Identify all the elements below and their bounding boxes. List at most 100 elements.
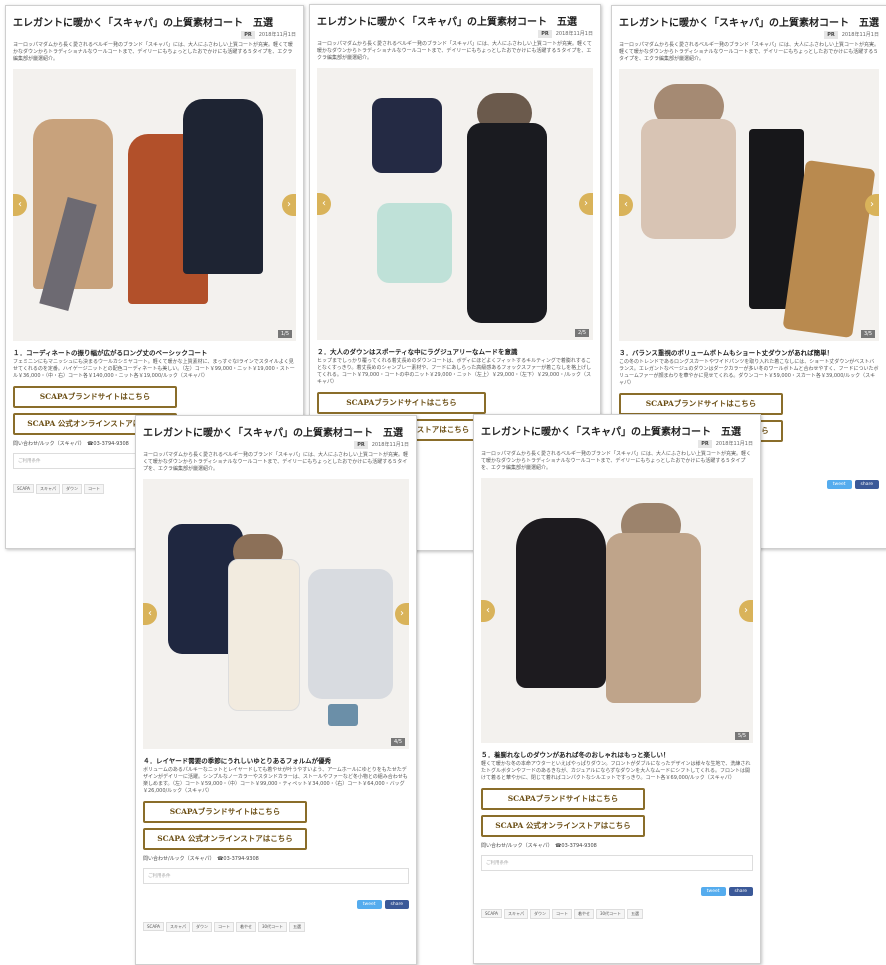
pr-badge: PR: [538, 30, 552, 38]
slide-image: ‹ › 5/5: [481, 478, 753, 743]
tag[interactable]: スキャパ: [503, 909, 528, 919]
tag-list: SCAPA スキャパ ダウン コート 着やせ 30代コート 五選: [481, 900, 753, 919]
article-title: エレガントに暖かく「スキャパ」の上質素材コート 五選: [481, 427, 741, 438]
slide-prev-button[interactable]: ‹: [143, 603, 157, 625]
article-meta: PR 2018年11月1日: [143, 441, 409, 449]
article-date: 2018年11月1日: [841, 32, 879, 38]
tag[interactable]: ダウン: [191, 922, 212, 932]
article-meta: PR 2018年11月1日: [13, 31, 296, 39]
slide-caption: ヒップまでしっかり覆ってくれる着丈長めのダウンコートは、ボディにほどよくフィット…: [317, 358, 592, 385]
slide-prev-button[interactable]: ‹: [481, 599, 495, 622]
pr-badge: PR: [354, 441, 368, 449]
cream-coat: [228, 559, 300, 711]
tag[interactable]: 着やせ: [235, 922, 256, 932]
tag[interactable]: 五選: [627, 909, 644, 919]
slide-image: ‹ › 4/5: [143, 479, 409, 749]
black-down-coat: [516, 518, 606, 688]
article-date: 2018年11月1日: [371, 442, 409, 448]
tag-list: SCAPA スキャパ ダウン コート 着やせ 30代コート 五選: [143, 913, 409, 932]
brand-site-button[interactable]: SCAPAブランドサイトはこちら: [619, 393, 783, 415]
beige-down-jacket: [641, 119, 736, 239]
online-store-button[interactable]: SCAPA 公式オンラインストアはこちら: [481, 815, 645, 837]
slide-heading: ２．大人のダウンはスポーティな中にラグジュアリーなムードを意識: [317, 348, 518, 356]
navy-coat: [183, 99, 263, 274]
slide-counter: 4/5: [390, 738, 405, 746]
article-title: エレガントに暖かく「スキャパ」の上質素材コート 五選: [13, 18, 273, 29]
slide-caption: ボリュームのあるパルキーなニットとレイヤードしても着やせが叶うやすいよう、アーム…: [143, 767, 408, 794]
tag[interactable]: SCAPA: [13, 484, 34, 493]
brand-site-button[interactable]: SCAPAブランドサイトはこちら: [143, 801, 307, 823]
contact-info: 問い合わせ/ルック（スキャパ） ☎03-3794-9308: [481, 843, 597, 849]
slide-prev-button[interactable]: ‹: [317, 193, 331, 215]
slide-heading: ５．着膨れなしのダウンがあれば冬のおしゃれはもっと楽しい！: [481, 751, 670, 759]
black-down-coat: [467, 123, 547, 323]
tag[interactable]: 着やせ: [573, 909, 594, 919]
slide-next-button[interactable]: ›: [395, 603, 409, 625]
article-title: エレガントに暖かく「スキャパ」の上質素材コート 五選: [317, 17, 577, 28]
slide-counter: 3/5: [860, 330, 875, 338]
article-card-4: エレガントに暖かく「スキャパ」の上質素材コート 五選 PR 2018年11月1日 …: [135, 415, 417, 965]
article-intro: ヨーロッパマダムから長く愛されるベルギー発のブランド「スキャパ」には、大人にふさ…: [13, 42, 293, 62]
article-meta: PR 2018年11月1日: [481, 440, 753, 448]
brand-site-button[interactable]: SCAPAブランドサイトはこちら: [317, 392, 486, 414]
tag[interactable]: SCAPA: [143, 922, 164, 931]
brand-site-button[interactable]: SCAPAブランドサイトはこちら: [13, 386, 177, 408]
slide-next-button[interactable]: ›: [282, 194, 296, 216]
article-date: 2018年11月1日: [715, 441, 753, 447]
article-meta: PR 2018年11月1日: [619, 31, 879, 39]
slide-counter: 5/5: [734, 732, 749, 740]
blue-bag: [328, 704, 358, 726]
tag[interactable]: スキャパ: [35, 484, 60, 494]
tag[interactable]: ダウン: [61, 484, 82, 494]
slide-image: ‹ › 1/5: [13, 69, 296, 341]
article-intro: ヨーロッパマダムから長く愛されるベルギー発のブランド「スキャパ」には、大人にふさ…: [317, 41, 592, 61]
grey-coat: [308, 569, 393, 699]
pr-badge: PR: [824, 31, 838, 39]
tag[interactable]: 30代コート: [257, 922, 288, 932]
slide-caption: 軽くて暖かな冬の本命アウターといえばやっぱりダウン。フロントがダブルになったデザ…: [481, 761, 751, 781]
pr-badge: PR: [698, 440, 712, 448]
slide-next-button[interactable]: ›: [739, 599, 753, 622]
facebook-share-button[interactable]: share: [384, 900, 409, 909]
slide-counter: 1/5: [277, 330, 292, 338]
article-date: 2018年11月1日: [258, 32, 296, 38]
beige-down-coat: [606, 533, 701, 703]
pr-badge: PR: [241, 31, 255, 39]
article-date: 2018年11月1日: [555, 31, 593, 37]
article-intro: ヨーロッパマダムから長く愛されるベルギー発のブランド「スキャパ」には、大人にふさ…: [481, 451, 752, 471]
comment-input[interactable]: ご利用条件: [143, 868, 409, 884]
facebook-share-button[interactable]: share: [854, 480, 879, 489]
tag[interactable]: コート: [83, 484, 104, 494]
brand-site-button[interactable]: SCAPAブランドサイトはこちら: [481, 788, 645, 810]
article-title: エレガントに暖かく「スキャパ」の上質素材コート 五選: [143, 428, 403, 439]
tag[interactable]: SCAPA: [481, 909, 502, 918]
article-card-5: エレガントに暖かく「スキャパ」の上質素材コート 五選 PR 2018年11月1日 …: [473, 414, 761, 964]
slide-caption: フェミニンにもマニッシュにも決まるウールカシミヤコート。軽くて暖かな上質素材に、…: [13, 359, 295, 379]
slide-prev-button[interactable]: ‹: [13, 194, 27, 216]
slide-heading: ４．レイヤード需要の季節にうれしいゆとりあるフォルムが優秀: [143, 757, 332, 765]
share-bar: tweet share: [143, 890, 409, 909]
article-title: エレガントに暖かく「スキャパ」の上質素材コート 五選: [619, 18, 879, 29]
article-intro: ヨーロッパマダムから長く愛されるベルギー発のブランド「スキャパ」には、大人にふさ…: [143, 452, 409, 472]
tweet-button[interactable]: tweet: [700, 887, 726, 896]
tweet-button[interactable]: tweet: [826, 480, 852, 489]
tag[interactable]: スキャパ: [165, 922, 190, 932]
slide-image: ‹ › 2/5: [317, 68, 593, 340]
article-intro: ヨーロッパマダムから長く愛されるベルギー発のブランド「スキャパ」には、大人にふさ…: [619, 42, 880, 62]
online-store-button[interactable]: SCAPA 公式オンラインストアはこちら: [143, 828, 307, 850]
tag[interactable]: 五選: [289, 922, 306, 932]
tag[interactable]: コート: [551, 909, 572, 919]
facebook-share-button[interactable]: share: [728, 887, 753, 896]
slide-caption: この冬のトレンドであるロングスカートやワイドパンツを取り入れた着こなしには、ショ…: [619, 359, 879, 386]
tweet-button[interactable]: tweet: [356, 900, 382, 909]
contact-info: 問い合わせ/ルック（スキャパ） ☎03-3794-9308: [143, 856, 259, 862]
slide-next-button[interactable]: ›: [579, 193, 593, 215]
share-bar: tweet share: [481, 877, 753, 896]
comment-input[interactable]: ご利用条件: [481, 855, 753, 871]
tag[interactable]: ダウン: [529, 909, 550, 919]
slide-prev-button[interactable]: ‹: [619, 194, 633, 216]
tag[interactable]: コート: [213, 922, 234, 932]
tag[interactable]: 30代コート: [595, 909, 626, 919]
mint-knit: [377, 203, 452, 283]
navy-knit: [372, 98, 442, 173]
